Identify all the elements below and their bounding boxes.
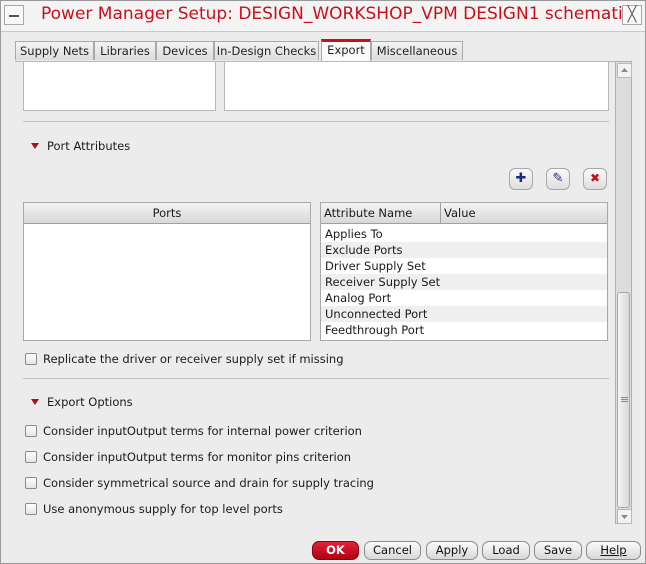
tab-in-design-checks[interactable]: In-Design Checks <box>214 41 319 60</box>
attribute-row[interactable]: Driver Supply Set <box>321 258 607 274</box>
power-manager-setup-window: Power Manager Setup: DESIGN_WORKSHOP_VPM… <box>0 0 646 564</box>
upper-list-right[interactable] <box>224 62 609 111</box>
vertical-scrollbar[interactable] <box>615 61 632 524</box>
section-divider <box>23 378 609 379</box>
anonymous-supply-checkbox[interactable] <box>25 503 37 515</box>
tab-supply-nets[interactable]: Supply Nets <box>15 41 94 60</box>
inout-internal-power-checkbox[interactable] <box>25 425 37 437</box>
attribute-row[interactable]: Unconnected Port <box>321 306 607 322</box>
cancel-button[interactable]: Cancel <box>364 541 421 560</box>
scroll-down-arrow[interactable] <box>617 509 632 524</box>
thumb-grip <box>621 397 628 398</box>
value-column-header[interactable]: Value <box>441 203 607 224</box>
attribute-row[interactable]: Applies To <box>321 226 607 242</box>
collapse-triangle-icon[interactable] <box>31 399 39 405</box>
delete-attribute-button[interactable]: ✖ <box>583 168 607 190</box>
export-option-label: Consider inputOutput terms for internal … <box>43 424 362 438</box>
thumb-grip <box>621 399 628 400</box>
tab-export[interactable]: Export <box>321 39 371 61</box>
window-close-icon[interactable]: ╳ <box>622 5 642 25</box>
replicate-supply-set-checkbox[interactable] <box>25 353 37 365</box>
attribute-row[interactable]: Analog Port <box>321 290 607 306</box>
export-panel: Port Attributes ✚ ✎ ✖ Ports Attribute Na… <box>15 61 615 530</box>
upper-list-left[interactable] <box>23 62 216 111</box>
port-attributes-label: Port Attributes <box>47 139 131 153</box>
tab-libraries[interactable]: Libraries <box>94 41 156 60</box>
title-bar[interactable]: Power Manager Setup: DESIGN_WORKSHOP_VPM… <box>1 1 645 32</box>
symmetrical-source-drain-checkbox[interactable] <box>25 477 37 489</box>
chevron-down-icon <box>621 515 628 519</box>
attribute-row[interactable]: Feedthrough Port <box>321 322 607 338</box>
apply-button[interactable]: Apply <box>426 541 478 560</box>
ports-table[interactable]: Ports <box>23 202 311 341</box>
chevron-up-icon <box>621 68 628 72</box>
save-button[interactable]: Save <box>534 541 582 560</box>
ports-column-header[interactable]: Ports <box>24 203 310 224</box>
attributes-table[interactable]: Attribute Name Value Applies To Exclude … <box>320 202 608 341</box>
window-menu-icon[interactable] <box>4 5 24 25</box>
scroll-up-arrow[interactable] <box>617 63 632 78</box>
section-divider <box>23 121 609 122</box>
attribute-row[interactable]: Receiver Supply Set <box>321 274 607 290</box>
inout-monitor-pins-checkbox[interactable] <box>25 451 37 463</box>
export-option-label: Use anonymous supply for top level ports <box>43 502 283 516</box>
export-option-label: Consider inputOutput terms for monitor p… <box>43 450 352 464</box>
load-button[interactable]: Load <box>482 541 530 560</box>
port-attributes-heading[interactable]: Port Attributes <box>31 139 130 153</box>
export-options-label: Export Options <box>47 395 133 409</box>
window-title: Power Manager Setup: DESIGN_WORKSHOP_VPM… <box>41 4 633 24</box>
export-option-label: Consider symmetrical source and drain fo… <box>43 476 374 490</box>
collapse-triangle-icon[interactable] <box>31 143 39 149</box>
scrollbar-thumb[interactable] <box>617 292 630 508</box>
tab-devices[interactable]: Devices <box>156 41 214 60</box>
replicate-supply-set-label: Replicate the driver or receiver supply … <box>43 352 344 366</box>
thumb-grip <box>621 401 628 402</box>
export-options-heading[interactable]: Export Options <box>31 395 133 409</box>
edit-attribute-button[interactable]: ✎ <box>546 168 570 190</box>
ok-button[interactable]: OK <box>312 541 359 560</box>
add-attribute-button[interactable]: ✚ <box>509 168 533 190</box>
attribute-row[interactable]: Exclude Ports <box>321 242 607 258</box>
help-button[interactable]: Help <box>586 541 641 560</box>
attribute-name-column-header[interactable]: Attribute Name <box>321 203 441 224</box>
tab-miscellaneous[interactable]: Miscellaneous <box>371 41 463 60</box>
